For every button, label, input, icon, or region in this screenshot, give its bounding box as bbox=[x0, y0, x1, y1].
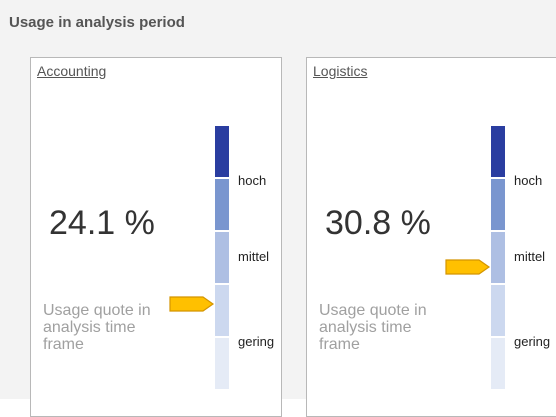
scale-label-gering: gering bbox=[514, 334, 551, 349]
scale-segment bbox=[215, 179, 229, 230]
scale-segment bbox=[491, 338, 505, 389]
scale-segment bbox=[491, 126, 505, 177]
level-marker-arrow-icon bbox=[445, 259, 491, 275]
level-marker-arrow-icon bbox=[169, 296, 215, 312]
scale-segment bbox=[215, 232, 229, 283]
card-title-link-logistics[interactable]: Logistics bbox=[313, 63, 367, 79]
usage-level-scale bbox=[215, 126, 229, 391]
panel-title: Usage in analysis period bbox=[9, 14, 185, 31]
usage-card-accounting: Accounting 24.1 % Usage quote in analysi… bbox=[30, 57, 282, 417]
usage-percent-value: 30.8 % bbox=[325, 204, 431, 242]
card-title-link-accounting[interactable]: Accounting bbox=[37, 63, 106, 79]
scale-label-hoch: hoch bbox=[238, 173, 267, 188]
scale-label-mittel: mittel bbox=[514, 249, 546, 264]
usage-card-logistics: Logistics 30.8 % Usage quote in analysis… bbox=[306, 57, 556, 417]
usage-level-scale bbox=[491, 126, 505, 391]
scale-segment bbox=[491, 285, 505, 336]
scale-segment bbox=[215, 285, 229, 336]
scale-segment bbox=[491, 232, 505, 283]
usage-percent-value: 24.1 % bbox=[49, 204, 155, 242]
usage-caption: Usage quote in analysis time frame bbox=[43, 302, 151, 353]
scale-segment bbox=[215, 126, 229, 177]
scale-label-mittel: mittel bbox=[238, 249, 270, 264]
scale-segment bbox=[215, 338, 229, 389]
scale-label-hoch: hoch bbox=[514, 173, 543, 188]
usage-caption: Usage quote in analysis time frame bbox=[319, 302, 427, 353]
usage-panel: Usage in analysis period Accounting 24.1… bbox=[0, 0, 556, 417]
scale-segment bbox=[491, 179, 505, 230]
scale-label-gering: gering bbox=[238, 334, 275, 349]
